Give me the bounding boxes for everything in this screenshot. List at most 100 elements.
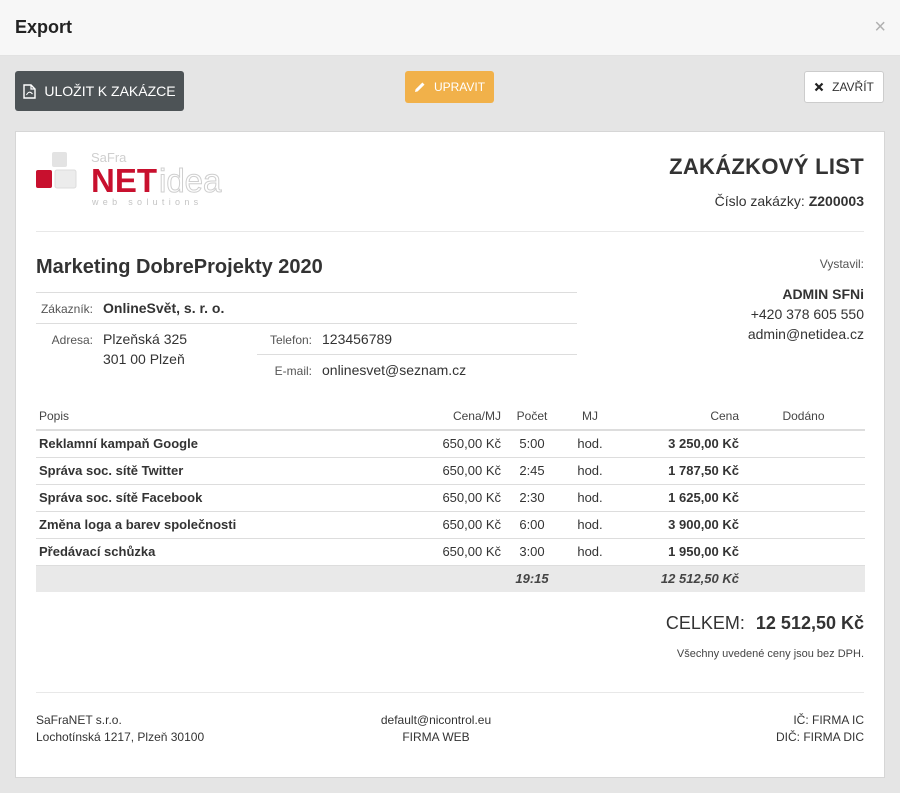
project-name: Marketing DobreProjekty 2020 xyxy=(36,256,323,278)
row-delivered xyxy=(742,484,865,512)
logo-tagline: web solutions xyxy=(91,197,202,207)
modal-header: Export × xyxy=(0,0,900,56)
row-delivered xyxy=(742,538,865,566)
issuer-label: Vystavil: xyxy=(819,257,864,271)
logo-accent-text: idea xyxy=(159,162,222,199)
issuer-email: admin@netidea.cz xyxy=(747,326,864,342)
col-header-quantity: Počet xyxy=(504,402,560,431)
row-price: 1 625,00 Kč xyxy=(620,484,742,512)
divider xyxy=(257,354,577,355)
close-button[interactable]: ZAVŘÍT xyxy=(804,71,884,103)
grand-total-value: 12 512,50 Kč xyxy=(755,613,864,633)
row-price: 3 250,00 Kč xyxy=(620,430,742,458)
customer-label: Zákazník: xyxy=(40,302,93,316)
row-delivered xyxy=(742,457,865,485)
items-table: Popis Cena/MJ Počet MJ Cena Dodáno Rekla… xyxy=(36,402,865,592)
row-unit-price: 650,00 Kč xyxy=(406,511,504,539)
order-number-value: Z200003 xyxy=(808,193,864,209)
row-delivered xyxy=(742,511,865,539)
footer-company-address: Lochotínská 1217, Plzeň 30100 xyxy=(36,730,205,744)
row-unit-price: 650,00 Kč xyxy=(406,430,504,458)
row-unit: hod. xyxy=(560,538,620,566)
edit-label: UPRAVIT xyxy=(433,80,486,94)
logo-main-text: NET xyxy=(91,162,157,199)
footer-web: FIRMA WEB xyxy=(402,730,470,744)
vat-note: Všechny uvedené ceny jsou bez DPH. xyxy=(676,648,864,660)
pdf-file-icon xyxy=(23,83,37,99)
row-unit: hod. xyxy=(560,430,620,458)
total-price: 12 512,50 Kč xyxy=(620,565,742,592)
row-description: Předávací schůzka xyxy=(36,538,406,566)
footer-ids: IČ: FIRMA IC DIČ: FIRMA DIC xyxy=(776,712,864,746)
row-price: 1 950,00 Kč xyxy=(620,538,742,566)
customer-name: OnlineSvět, s. r. o. xyxy=(103,300,225,316)
issuer-block: ADMIN SFNi +420 378 605 550 admin@netide… xyxy=(748,284,864,344)
address-line-1: Plzeňská 325 xyxy=(103,331,188,347)
edit-button[interactable]: UPRAVIT xyxy=(405,71,494,103)
email-label: E-mail: xyxy=(274,364,312,378)
row-unit-price: 650,00 Kč xyxy=(406,538,504,566)
row-description: Reklamní kampaň Google xyxy=(36,430,406,458)
row-description: Změna loga a barev společnosti xyxy=(36,511,406,539)
row-unit: hod. xyxy=(560,484,620,512)
table-row: Předávací schůzka 650,00 Kč 3:00 hod. 1 … xyxy=(36,538,865,566)
divider xyxy=(36,323,577,324)
address-label: Adresa: xyxy=(51,333,93,347)
grand-total-label: CELKEM: xyxy=(665,613,745,633)
footer-company: SaFraNET s.r.o. Lochotínská 1217, Plzeň … xyxy=(36,712,204,746)
issuer-phone: +420 378 605 550 xyxy=(750,306,864,322)
row-delivered xyxy=(742,430,865,458)
footer-ic: IČ: FIRMA IC xyxy=(793,713,864,727)
phone-label: Telefon: xyxy=(269,333,312,347)
row-quantity: 2:30 xyxy=(504,484,560,512)
col-header-price: Cena xyxy=(620,402,742,431)
x-icon xyxy=(814,82,824,92)
grand-total: CELKEM: 12 512,50 Kč xyxy=(666,613,864,634)
table-row: Reklamní kampaň Google 650,00 Kč 5:00 ho… xyxy=(36,430,865,458)
netidea-logo: SaFra NET idea web solutions xyxy=(36,150,223,207)
row-price: 3 900,00 Kč xyxy=(620,511,742,539)
order-sheet-preview: SaFra NET idea web solutions ZAKÁZKOVÝ L… xyxy=(15,131,885,778)
divider xyxy=(36,692,864,693)
footer-contact: default@nicontrol.eu FIRMA WEB xyxy=(311,712,561,746)
issuer-name: ADMIN SFNi xyxy=(782,286,864,302)
row-quantity: 6:00 xyxy=(504,511,560,539)
footer-company-name: SaFraNET s.r.o. xyxy=(36,713,122,727)
footer-email: default@nicontrol.eu xyxy=(380,713,492,727)
row-unit: hod. xyxy=(560,457,620,485)
table-row: Správa soc. sítě Twitter 650,00 Kč 2:45 … xyxy=(36,457,865,485)
row-price: 1 787,50 Kč xyxy=(620,457,742,485)
footer-dic: DIČ: FIRMA DIC xyxy=(775,730,864,744)
row-unit: hod. xyxy=(560,511,620,539)
table-row: Správa soc. sítě Facebook 650,00 Kč 2:30… xyxy=(36,484,865,512)
save-to-order-label: ULOŽIT K ZAKÁZCE xyxy=(44,83,176,99)
table-row: Změna loga a barev společnosti 650,00 Kč… xyxy=(36,511,865,539)
row-description: Správa soc. sítě Twitter xyxy=(36,457,406,485)
document-title: ZAKÁZKOVÝ LIST xyxy=(669,154,864,179)
save-to-order-button[interactable]: ULOŽIT K ZAKÁZCE xyxy=(15,71,184,111)
divider xyxy=(36,231,864,232)
pencil-icon xyxy=(414,82,425,92)
order-number: Číslo zakázky: Z200003 xyxy=(715,193,864,209)
divider xyxy=(36,292,577,293)
row-description: Správa soc. sítě Facebook xyxy=(36,484,406,512)
col-header-unit-price: Cena/MJ xyxy=(406,402,504,431)
row-unit-price: 650,00 Kč xyxy=(406,484,504,512)
col-header-unit: MJ xyxy=(560,402,620,431)
row-quantity: 3:00 xyxy=(504,538,560,566)
modal-title: Export xyxy=(15,17,73,37)
close-label: ZAVŘÍT xyxy=(832,80,874,94)
address-line-2: 301 00 Plzeň xyxy=(103,351,185,367)
email-value: onlinesvet@seznam.cz xyxy=(322,362,467,378)
total-quantity: 19:15 xyxy=(504,565,560,592)
col-header-delivered: Dodáno xyxy=(742,402,865,431)
table-header-row: Popis Cena/MJ Počet MJ Cena Dodáno xyxy=(36,402,865,431)
table-total-row: 19:15 12 512,50 Kč xyxy=(36,565,865,592)
col-header-description: Popis xyxy=(36,402,406,431)
row-quantity: 5:00 xyxy=(504,430,560,458)
row-quantity: 2:45 xyxy=(504,457,560,485)
close-icon[interactable]: × xyxy=(874,16,886,39)
order-number-label: Číslo zakázky: xyxy=(714,193,805,209)
phone-value: 123456789 xyxy=(322,331,393,347)
row-unit-price: 650,00 Kč xyxy=(406,457,504,485)
